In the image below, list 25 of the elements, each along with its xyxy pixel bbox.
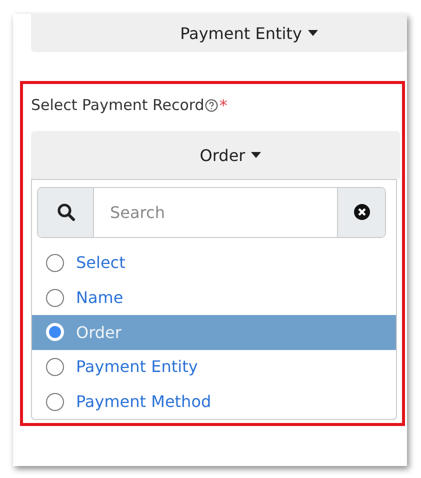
search-field[interactable]: Search (37, 187, 386, 238)
option-label: Payment Entity (76, 357, 198, 376)
payment-entity-dropdown[interactable]: Payment Entity (31, 14, 407, 52)
record-dropdown[interactable]: Order (31, 131, 400, 179)
option-label: Order (76, 322, 122, 342)
required-mark: * (219, 96, 228, 114)
option-item[interactable]: Name (32, 280, 396, 315)
radio-button[interactable] (46, 392, 64, 411)
caret-icon (308, 30, 318, 36)
radio-button[interactable] (46, 254, 64, 272)
radio-button[interactable] (46, 358, 64, 376)
option-label: Select (76, 253, 126, 272)
field-label: Select Payment Record (31, 96, 204, 114)
option-label: Name (76, 288, 124, 308)
help-icon[interactable] (205, 98, 218, 112)
radio-button[interactable] (46, 288, 64, 307)
option-item[interactable]: Payment Method (32, 384, 396, 419)
option-label: Payment Method (76, 392, 212, 412)
option-item[interactable]: Select (32, 246, 396, 280)
option-item[interactable]: Order (32, 314, 396, 350)
clear-button[interactable] (338, 188, 385, 237)
option-item[interactable]: Payment Entity (32, 350, 396, 384)
search-icon (56, 203, 74, 222)
close-icon (354, 204, 370, 220)
caret-icon (251, 152, 262, 158)
